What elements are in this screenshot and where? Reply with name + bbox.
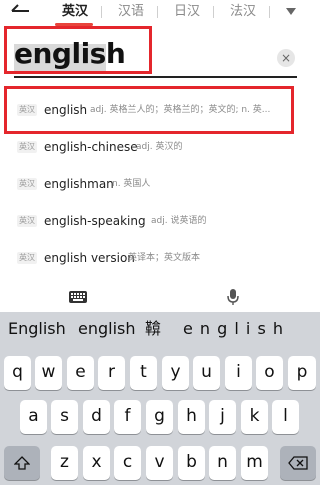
key-f[interactable]: f [114, 400, 141, 434]
candidate-bar: English english 鞥 e n g l i s h [0, 312, 320, 346]
on-screen-keyboard: English english 鞥 e n g l i s h q w e r … [0, 312, 320, 485]
tab-divider [101, 6, 102, 18]
key-n[interactable]: n [209, 446, 236, 480]
key-o[interactable]: o [256, 356, 283, 390]
key-r[interactable]: r [98, 356, 125, 390]
shift-icon [14, 456, 30, 470]
tab-divider [269, 6, 270, 18]
result-definition: 英译本；英文版本 [128, 253, 201, 263]
key-s[interactable]: s [51, 400, 78, 434]
list-item[interactable]: 英汉 english-chinese adj. 英汉的 [0, 129, 320, 165]
key-w[interactable]: w [35, 356, 62, 390]
dictionary-badge: 英汉 [17, 252, 37, 264]
list-item[interactable]: 英汉 english-speaking adj. 说英语的 [0, 203, 320, 239]
candidate-word[interactable]: 鞥 [145, 319, 161, 339]
result-highlight-frame [4, 86, 294, 134]
key-v[interactable]: v [146, 446, 173, 480]
result-definition: adj. 英汉的 [136, 142, 183, 152]
tab-english-chinese[interactable]: 英汉 [62, 3, 88, 21]
key-q[interactable]: q [4, 356, 31, 390]
search-highlight-frame [4, 26, 152, 74]
backspace-icon [288, 456, 308, 470]
result-word: english-chinese [44, 140, 138, 154]
dictionary-tab-bar: 英汉 汉语 日汉 法汉 [0, 0, 320, 26]
key-p[interactable]: p [288, 356, 316, 390]
candidate-word[interactable]: English [8, 319, 66, 339]
key-j[interactable]: j [209, 400, 236, 434]
candidate-word[interactable]: e n g l i s h [183, 319, 284, 339]
key-a[interactable]: a [20, 400, 47, 434]
key-c[interactable]: c [114, 446, 141, 480]
dictionary-badge: 英汉 [17, 178, 37, 190]
key-u[interactable]: u [193, 356, 220, 390]
tab-divider [157, 6, 158, 18]
tab-chinese[interactable]: 汉语 [118, 3, 144, 21]
key-z[interactable]: z [51, 446, 78, 480]
key-l[interactable]: l [272, 400, 299, 434]
key-e[interactable]: e [67, 356, 94, 390]
back-arrow-icon [11, 4, 29, 12]
back-button[interactable] [10, 2, 32, 20]
key-x[interactable]: x [83, 446, 110, 480]
tab-french-chinese[interactable]: 法汉 [230, 3, 256, 21]
key-y[interactable]: y [162, 356, 189, 390]
clear-search-button[interactable]: × [277, 49, 295, 67]
key-t[interactable]: t [130, 356, 157, 390]
chevron-down-icon[interactable] [284, 5, 298, 17]
shift-key[interactable] [4, 446, 40, 480]
keyboard-toolbar [0, 282, 320, 312]
result-word: english-speaking [44, 214, 146, 228]
result-word: english version [44, 251, 135, 265]
key-i[interactable]: i [225, 356, 252, 390]
list-item[interactable]: 英汉 english version 英译本；英文版本 [0, 240, 320, 276]
microphone-icon[interactable] [227, 288, 239, 306]
result-definition: adj. 说英语的 [151, 216, 207, 226]
keyboard-icon[interactable] [68, 290, 88, 304]
result-definition: n. 英国人 [112, 179, 151, 189]
key-k[interactable]: k [241, 400, 268, 434]
key-b[interactable]: b [178, 446, 205, 480]
key-g[interactable]: g [146, 400, 173, 434]
search-underline [14, 76, 297, 78]
list-item[interactable]: 英汉 englishman n. 英国人 [0, 166, 320, 202]
delete-key[interactable] [280, 446, 316, 480]
tab-divider [213, 6, 214, 18]
key-h[interactable]: h [178, 400, 205, 434]
tab-japanese-chinese[interactable]: 日汉 [174, 3, 200, 21]
key-m[interactable]: m [241, 446, 268, 480]
result-word: englishman [44, 177, 114, 191]
candidate-word[interactable]: english [78, 319, 136, 339]
dictionary-badge: 英汉 [17, 141, 37, 153]
dictionary-badge: 英汉 [17, 215, 37, 227]
key-d[interactable]: d [83, 400, 110, 434]
